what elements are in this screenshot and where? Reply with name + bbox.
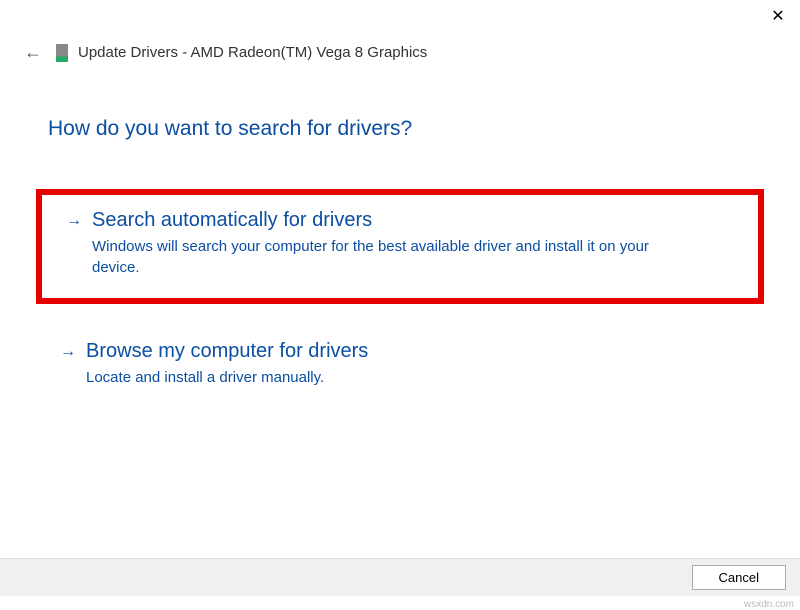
option-search-automatically[interactable]: → Search automatically for drivers Windo… <box>36 189 764 304</box>
option-description: Windows will search your computer for th… <box>92 236 672 278</box>
option-description: Locate and install a driver manually. <box>86 367 666 388</box>
device-icon <box>56 44 68 62</box>
back-arrow-icon[interactable]: ← <box>20 42 46 63</box>
close-icon[interactable]: ✕ <box>768 8 788 28</box>
arrow-right-icon: → <box>60 343 76 361</box>
question-heading: How do you want to search for drivers? <box>48 117 752 141</box>
option-browse-computer[interactable]: → Browse my computer for drivers Locate … <box>48 340 752 388</box>
option-title-row: → Browse my computer for drivers <box>60 340 740 363</box>
window-title: Update Drivers - AMD Radeon(TM) Vega 8 G… <box>78 44 427 61</box>
watermark-text: wsxdn.com <box>744 599 794 610</box>
arrow-right-icon: → <box>66 212 82 230</box>
window-header: ← Update Drivers - AMD Radeon(TM) Vega 8… <box>0 0 800 63</box>
cancel-button[interactable]: Cancel <box>692 565 786 590</box>
option-title-row: → Search automatically for drivers <box>66 209 734 232</box>
option-title: Browse my computer for drivers <box>86 340 368 363</box>
option-title: Search automatically for drivers <box>92 209 372 232</box>
footer-bar: Cancel <box>0 558 800 596</box>
content-area: How do you want to search for drivers? →… <box>0 63 800 388</box>
